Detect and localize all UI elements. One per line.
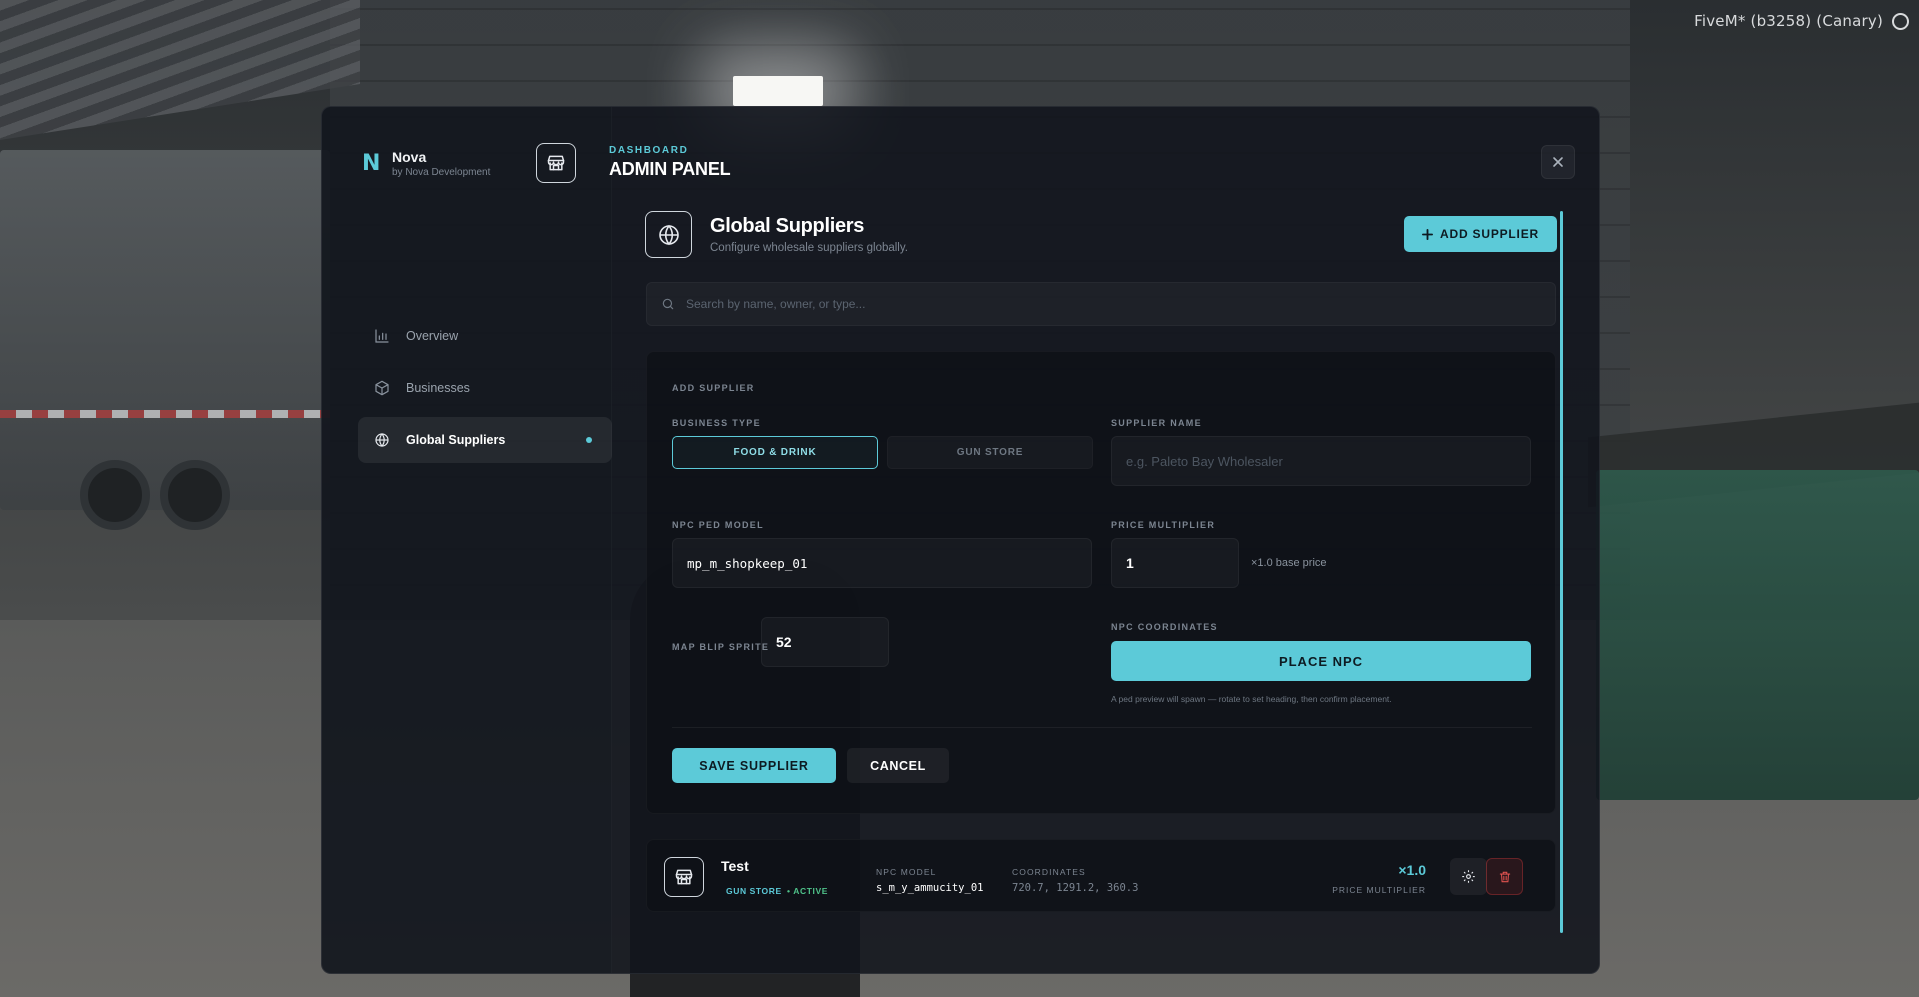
add-supplier-form: ADD SUPPLIER BUSINESS TYPE FOOD & DRINK … <box>646 351 1556 814</box>
nova-logo-icon: N <box>362 151 381 176</box>
box-icon <box>375 380 389 396</box>
close-button[interactable] <box>1541 145 1575 179</box>
npc-model-label: NPC MODEL <box>876 867 937 877</box>
price-multiplier-input[interactable] <box>1126 555 1224 571</box>
sidebar-nav: Overview Businesses Global Suppliers <box>358 313 612 469</box>
map-blip-sprite-input[interactable] <box>776 634 874 650</box>
globe-icon <box>375 433 389 447</box>
header-title: ADMIN PANEL <box>609 159 731 179</box>
gear-icon <box>1462 870 1475 883</box>
scrollbar[interactable] <box>1560 211 1563 933</box>
sidebar-item-label: Global Suppliers <box>406 433 506 447</box>
background-wheel <box>80 460 150 530</box>
brand-subtitle: by Nova Development <box>392 167 491 178</box>
page-subtitle: Configure wholesale suppliers globally. <box>710 242 908 254</box>
supplier-name-label: SUPPLIER NAME <box>1111 418 1202 428</box>
search-input[interactable] <box>686 297 1526 311</box>
plus-icon <box>1422 228 1434 240</box>
header-eyebrow: DASHBOARD <box>609 145 689 156</box>
fivem-icon <box>1892 13 1909 30</box>
brand: N Nova by Nova Development <box>362 149 490 178</box>
background-wheel <box>160 460 230 530</box>
coordinates-label: COORDINATES <box>1012 867 1086 877</box>
background-truck-stripe <box>0 410 330 418</box>
page-title: Global Suppliers <box>710 215 865 237</box>
map-blip-sprite-label: MAP BLIP SPRITE <box>672 642 770 652</box>
bar-chart-icon <box>375 329 389 343</box>
delete-supplier-button[interactable] <box>1486 858 1523 895</box>
cancel-button[interactable]: CANCEL <box>847 748 949 783</box>
add-supplier-label: ADD SUPPLIER <box>1440 227 1539 241</box>
supplier-type-badge: GUN STORE <box>726 886 782 896</box>
supplier-status-badge: • ACTIVE <box>787 886 828 896</box>
search-bar <box>646 282 1556 326</box>
supplier-name: Test <box>721 858 749 874</box>
save-supplier-button[interactable]: SAVE SUPPLIER <box>672 748 836 783</box>
background-light <box>733 76 823 106</box>
place-npc-note: A ped preview will spawn — rotate to set… <box>1111 694 1392 704</box>
background-canopy <box>0 0 360 140</box>
price-multiplier-hint: ×1.0 base price <box>1251 557 1327 569</box>
supplier-name-input[interactable] <box>1126 453 1516 469</box>
place-npc-button[interactable]: PLACE NPC <box>1111 641 1531 681</box>
supplier-row: Test GUN STORE • ACTIVE NPC MODEL s_m_y_… <box>646 839 1556 912</box>
trash-icon <box>1499 871 1510 882</box>
background-truck <box>0 150 330 510</box>
form-title: ADD SUPPLIER <box>672 383 755 393</box>
window-title: FiveM* (b3258) (Canary) <box>1694 12 1883 30</box>
active-indicator-dot <box>586 437 592 443</box>
brand-name: Nova <box>392 149 427 165</box>
sidebar-item-label: Businesses <box>406 381 470 395</box>
business-type-gun-store[interactable]: GUN STORE <box>887 436 1093 469</box>
supplier-name-field <box>1111 436 1531 486</box>
npc-model-value: s_m_y_ammucity_01 <box>876 882 984 894</box>
edit-supplier-button[interactable] <box>1450 858 1487 895</box>
form-divider <box>672 727 1532 728</box>
npc-ped-model-label: NPC PED MODEL <box>672 520 764 530</box>
map-blip-sprite-field <box>761 617 889 667</box>
business-type-label: BUSINESS TYPE <box>672 418 761 428</box>
background-dumpster <box>1596 470 1919 800</box>
close-icon <box>1553 157 1563 167</box>
npc-ped-model-input[interactable] <box>687 555 1077 571</box>
price-multiplier-label: PRICE MULTIPLIER <box>1111 520 1216 530</box>
sidebar <box>322 107 612 973</box>
globe-icon <box>645 211 692 258</box>
price-multiplier-field <box>1111 538 1239 588</box>
add-supplier-button[interactable]: ADD SUPPLIER <box>1404 216 1557 252</box>
store-icon <box>664 857 704 897</box>
content-header: Global Suppliers Configure wholesale sup… <box>645 211 908 258</box>
price-multiplier-caption: PRICE MULTIPLIER <box>1332 885 1426 895</box>
npc-coordinates-label: NPC COORDINATES <box>1111 622 1218 632</box>
store-icon <box>536 143 576 183</box>
price-multiplier-value: ×1.0 <box>1398 862 1426 878</box>
business-type-food-drink[interactable]: FOOD & DRINK <box>672 436 878 469</box>
sidebar-item-overview[interactable]: Overview <box>358 313 612 359</box>
sidebar-item-label: Overview <box>406 329 459 343</box>
search-icon <box>662 298 674 310</box>
npc-ped-model-field <box>672 538 1092 588</box>
admin-panel: N Nova by Nova Development DASHBOARD ADM… <box>321 106 1600 974</box>
coordinates-value: 720.7, 1291.2, 360.3 <box>1012 882 1139 894</box>
sidebar-item-global-suppliers[interactable]: Global Suppliers <box>358 417 612 463</box>
sidebar-item-businesses[interactable]: Businesses <box>358 365 612 411</box>
